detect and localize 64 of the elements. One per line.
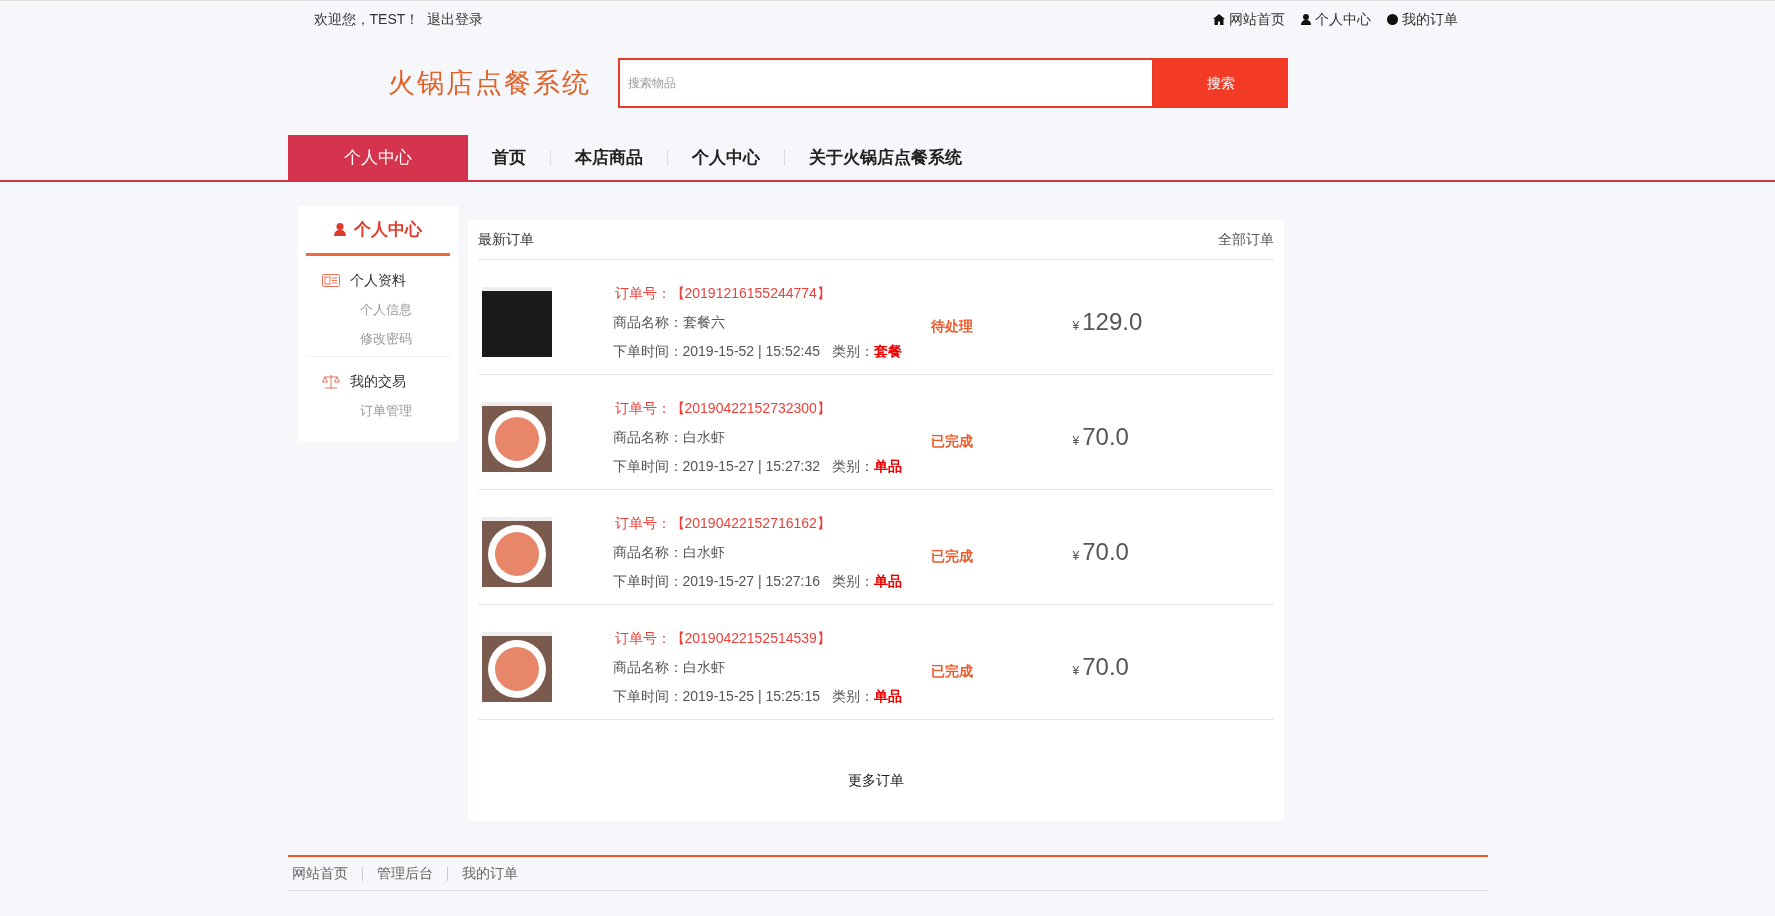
order-price: 70.0 [1082, 537, 1129, 567]
order-number: 订单号：【20191216155244774】 [613, 283, 832, 303]
order-number: 订单号：【20190422152716162】 [613, 513, 832, 533]
footer-link[interactable]: 网站首页 [287, 863, 348, 884]
nav-link[interactable]: 关于火锅店点餐系统 [808, 144, 962, 171]
home-icon [1212, 13, 1225, 25]
order-status: 已完成 [930, 661, 974, 681]
id-card-icon [321, 274, 340, 287]
product-name: 商品名称：套餐六 [612, 312, 726, 332]
category-tab[interactable]: 个人中心 [287, 135, 468, 180]
nav-link[interactable]: 本店商品 [574, 144, 643, 171]
category-label: 类别： [832, 571, 875, 591]
circle-icon [1386, 13, 1398, 25]
order-time: 下单时间：2019-15-52 | 15:52:45 [612, 341, 821, 361]
nav-link[interactable]: 个人中心 [691, 144, 760, 171]
order-status: 待处理 [930, 316, 974, 336]
search-field[interactable]: 搜索物品 [617, 58, 1154, 108]
currency-sign: ¥ [1072, 433, 1080, 450]
top-link[interactable]: 我的订单 [1386, 8, 1458, 30]
order-price: 129.0 [1082, 307, 1143, 337]
order-status: 已完成 [930, 546, 974, 566]
user-icon [333, 223, 346, 236]
order-number: 订单号：【20190422152732300】 [613, 398, 832, 418]
photo-placeholder [481, 402, 552, 472]
more-orders-link[interactable]: 更多订单 [847, 770, 904, 791]
footer-link[interactable]: 我的订单 [461, 863, 518, 884]
all-orders-link[interactable]: 全部订单 [1217, 229, 1274, 250]
currency-sign: ¥ [1072, 548, 1080, 565]
category-value: 单品 [874, 456, 903, 476]
product-name: 商品名称：白水虾 [612, 542, 726, 562]
order-number: 订单号：【20190422152514539】 [613, 628, 832, 648]
order-price: 70.0 [1082, 422, 1129, 452]
category-label: 类别： [832, 686, 875, 706]
currency-sign: ¥ [1072, 318, 1080, 335]
footer-link[interactable]: 管理后台 [376, 863, 433, 884]
top-link[interactable]: 网站首页 [1212, 8, 1285, 30]
nav-link[interactable]: 首页 [491, 144, 526, 171]
sidebar-group-title: 我的交易 [349, 372, 406, 391]
scale-icon [321, 374, 340, 389]
order-status: 已完成 [930, 431, 974, 451]
order-time: 下单时间：2019-15-25 | 15:25:15 [612, 686, 821, 706]
user-icon [1300, 13, 1311, 25]
greeting-text: 欢迎您，TEST！ [313, 9, 420, 29]
category-label: 类别： [832, 341, 875, 361]
panel-title: 最新订单 [477, 230, 534, 249]
photo-placeholder [481, 287, 552, 357]
order-price: 70.0 [1082, 652, 1129, 682]
product-name: 商品名称：白水虾 [612, 427, 726, 447]
photo-placeholder [481, 632, 552, 702]
top-link[interactable]: 个人中心 [1300, 8, 1371, 30]
sidebar-group-title: 个人资料 [349, 271, 406, 290]
currency-sign: ¥ [1072, 663, 1080, 680]
photo-placeholder [481, 517, 552, 587]
category-label: 类别： [832, 456, 875, 476]
sidebar-title: 个人中心 [353, 218, 422, 241]
order-time: 下单时间：2019-15-27 | 15:27:32 [612, 456, 821, 476]
logout-link[interactable]: 退出登录 [427, 8, 484, 30]
site-logo: 火锅店点餐系统 [387, 66, 592, 100]
order-time: 下单时间：2019-15-27 | 15:27:16 [612, 571, 821, 591]
category-value: 单品 [874, 686, 903, 706]
category-value: 单品 [874, 571, 903, 591]
product-name: 商品名称：白水虾 [612, 657, 726, 677]
search-button[interactable]: 搜索 [1153, 58, 1288, 108]
category-value: 套餐 [874, 341, 903, 361]
